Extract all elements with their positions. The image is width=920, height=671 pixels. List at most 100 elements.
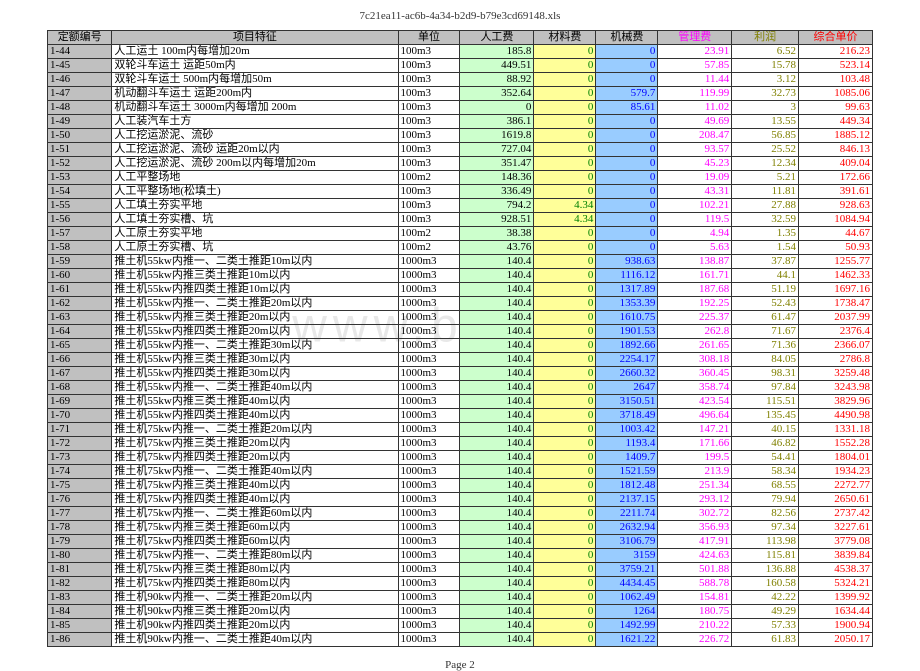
cell: 148.36 bbox=[460, 171, 534, 185]
cell: 100m3 bbox=[398, 101, 460, 115]
cell: 25.52 bbox=[732, 143, 799, 157]
cell: 386.1 bbox=[460, 115, 534, 129]
col-header-2: 单位 bbox=[398, 31, 460, 45]
cell: 0 bbox=[596, 143, 658, 157]
cell: 人工平整场地(松填土) bbox=[112, 185, 398, 199]
cell: 1-81 bbox=[48, 563, 112, 577]
cell: 推土机75kw内推一、二类土推距80m以内 bbox=[112, 549, 398, 563]
cell: 293.12 bbox=[658, 493, 732, 507]
cell: 1-59 bbox=[48, 255, 112, 269]
cell: 6.52 bbox=[732, 45, 799, 59]
table-row: 1-51人工挖运淤泥、流砂 运距20m以内100m3727.040093.572… bbox=[48, 143, 873, 157]
cell: 1000m3 bbox=[398, 409, 460, 423]
cell: 3839.84 bbox=[799, 549, 873, 563]
cell: 38.38 bbox=[460, 227, 534, 241]
cell: 140.4 bbox=[460, 605, 534, 619]
table-row: 1-46双轮斗车运土 500m内每增加50m100m388.920011.443… bbox=[48, 73, 873, 87]
cell: 32.73 bbox=[732, 87, 799, 101]
cell: 3779.08 bbox=[799, 535, 873, 549]
cell: 5.63 bbox=[658, 241, 732, 255]
cell: 140.4 bbox=[460, 353, 534, 367]
cell: 0 bbox=[534, 563, 596, 577]
cell: 588.78 bbox=[658, 577, 732, 591]
cell: 3829.96 bbox=[799, 395, 873, 409]
cell: 37.87 bbox=[732, 255, 799, 269]
cell: 49.69 bbox=[658, 115, 732, 129]
cell: 138.87 bbox=[658, 255, 732, 269]
cell: 794.2 bbox=[460, 199, 534, 213]
cell: 1000m3 bbox=[398, 451, 460, 465]
cell: 0 bbox=[534, 185, 596, 199]
cell: 0 bbox=[534, 115, 596, 129]
cell: 352.64 bbox=[460, 87, 534, 101]
cell: 1462.33 bbox=[799, 269, 873, 283]
cell: 1.35 bbox=[732, 227, 799, 241]
cell: 推土机75kw内推三类土推距20m以内 bbox=[112, 437, 398, 451]
cell: 44.1 bbox=[732, 269, 799, 283]
cell: 0 bbox=[534, 549, 596, 563]
cell: 19.09 bbox=[658, 171, 732, 185]
cell: 187.68 bbox=[658, 283, 732, 297]
cell: 1-80 bbox=[48, 549, 112, 563]
table-row: 1-83推土机90kw内推一、二类土推距20m以内1000m3140.40106… bbox=[48, 591, 873, 605]
cell: 推土机90kw内推四类土推距20m以内 bbox=[112, 619, 398, 633]
cell: 97.84 bbox=[732, 381, 799, 395]
cell: 2254.17 bbox=[596, 353, 658, 367]
cell: 1-52 bbox=[48, 157, 112, 171]
cell: 1634.44 bbox=[799, 605, 873, 619]
cell: 140.4 bbox=[460, 633, 534, 647]
cell: 1000m3 bbox=[398, 269, 460, 283]
cell: 3718.49 bbox=[596, 409, 658, 423]
cell: 0 bbox=[534, 521, 596, 535]
cell: 140.4 bbox=[460, 521, 534, 535]
cell: 11.81 bbox=[732, 185, 799, 199]
cell: 103.48 bbox=[799, 73, 873, 87]
cell: 192.25 bbox=[658, 297, 732, 311]
cell: 140.4 bbox=[460, 255, 534, 269]
cell: 140.4 bbox=[460, 269, 534, 283]
cell: 0 bbox=[534, 297, 596, 311]
col-header-7: 利润 bbox=[732, 31, 799, 45]
cell: 1901.53 bbox=[596, 325, 658, 339]
cell: 1-85 bbox=[48, 619, 112, 633]
cell: 1-47 bbox=[48, 87, 112, 101]
cell: 216.23 bbox=[799, 45, 873, 59]
cell: 推土机75kw内推三类土推距60m以内 bbox=[112, 521, 398, 535]
cell: 140.4 bbox=[460, 339, 534, 353]
cell: 100m3 bbox=[398, 73, 460, 87]
cell: 100m2 bbox=[398, 171, 460, 185]
cell: 3159 bbox=[596, 549, 658, 563]
cell: 140.4 bbox=[460, 577, 534, 591]
cell: 推土机75kw内推四类土推距20m以内 bbox=[112, 451, 398, 465]
cell: 140.4 bbox=[460, 507, 534, 521]
cell: 23.91 bbox=[658, 45, 732, 59]
cell: 1934.23 bbox=[799, 465, 873, 479]
cell: 2211.74 bbox=[596, 507, 658, 521]
cell: 0 bbox=[596, 73, 658, 87]
cell: 推土机55kw内推三类土推距30m以内 bbox=[112, 353, 398, 367]
cell: 115.51 bbox=[732, 395, 799, 409]
cell: 52.43 bbox=[732, 297, 799, 311]
cell: 1399.92 bbox=[799, 591, 873, 605]
cell: 100m3 bbox=[398, 213, 460, 227]
table-row: 1-74推土机75kw内推一、二类土推距40m以内1000m3140.40152… bbox=[48, 465, 873, 479]
cell: 推土机55kw内推四类土推距30m以内 bbox=[112, 367, 398, 381]
cell: 0 bbox=[534, 241, 596, 255]
cell: 42.22 bbox=[732, 591, 799, 605]
table-row: 1-61推土机55kw内推四类土推距10m以内1000m3140.401317.… bbox=[48, 283, 873, 297]
cell: 449.51 bbox=[460, 59, 534, 73]
table-row: 1-75推土机75kw内推三类土推距40m以内1000m3140.401812.… bbox=[48, 479, 873, 493]
cell: 154.81 bbox=[658, 591, 732, 605]
table-row: 1-81推土机75kw内推三类土推距80m以内1000m3140.403759.… bbox=[48, 563, 873, 577]
cell: 1000m3 bbox=[398, 605, 460, 619]
cell: 0 bbox=[534, 493, 596, 507]
cell: 0 bbox=[460, 101, 534, 115]
table-row: 1-77推土机75kw内推一、二类土推距60m以内1000m3140.40221… bbox=[48, 507, 873, 521]
cell: 88.92 bbox=[460, 73, 534, 87]
cell: 57.33 bbox=[732, 619, 799, 633]
cell: 推土机90kw内推三类土推距20m以内 bbox=[112, 605, 398, 619]
cell: 135.45 bbox=[732, 409, 799, 423]
cell: 79.94 bbox=[732, 493, 799, 507]
cell: 1521.59 bbox=[596, 465, 658, 479]
cell: 1697.16 bbox=[799, 283, 873, 297]
